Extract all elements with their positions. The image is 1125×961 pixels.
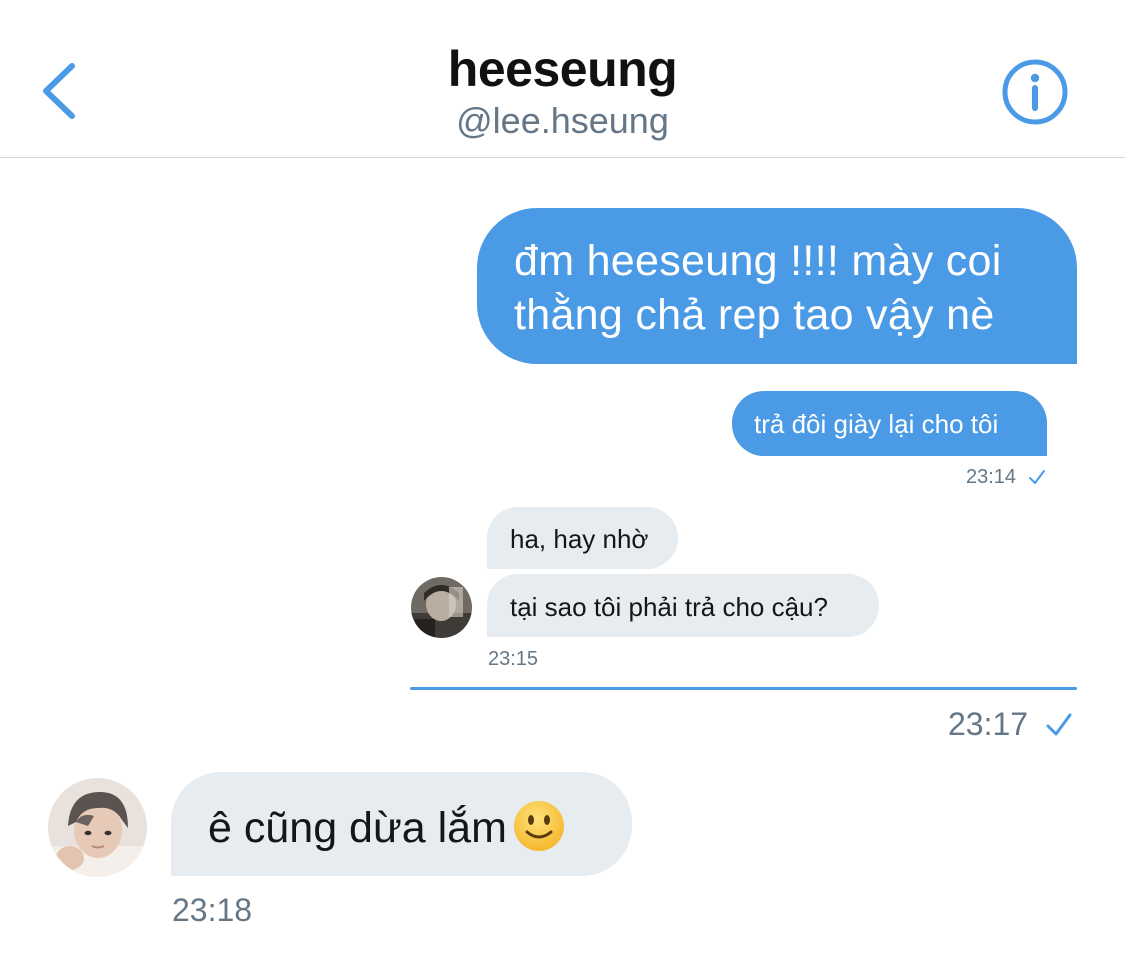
avatar-photo bbox=[411, 577, 472, 638]
slightly-smiling-face-icon bbox=[513, 800, 565, 852]
message-bubble-outgoing[interactable]: đm heeseung !!!! mày coi thằng chả rep t… bbox=[477, 208, 1077, 364]
info-button[interactable] bbox=[1001, 58, 1069, 126]
message-text: tại sao tôi phải trả cho cậu? bbox=[510, 592, 828, 622]
message-bubble-incoming[interactable]: ê cũng dừa lắm bbox=[171, 772, 632, 876]
message-timestamp: 23:18 bbox=[172, 892, 253, 928]
conversation-header: heeseung @lee.hseung bbox=[0, 0, 1125, 158]
avatar-photo bbox=[48, 778, 147, 877]
message-bubble-incoming[interactable]: tại sao tôi phải trả cho cậu? bbox=[487, 574, 879, 637]
message-text: ê cũng dừa lắm bbox=[208, 804, 507, 852]
message-timestamp: 23:14 bbox=[966, 466, 1017, 488]
message-text: trả đôi giày lại cho tôi bbox=[754, 409, 999, 439]
avatar[interactable] bbox=[411, 577, 472, 638]
info-circle-icon bbox=[1002, 59, 1068, 125]
checkmark-icon bbox=[1029, 470, 1045, 484]
shared-message-bottom-line bbox=[410, 687, 1077, 690]
contact-display-name[interactable]: heeseung bbox=[0, 40, 1125, 98]
checkmark-icon bbox=[1046, 713, 1072, 736]
avatar[interactable] bbox=[48, 778, 147, 877]
message-bubble-outgoing[interactable]: trả đôi giày lại cho tôi bbox=[732, 391, 1047, 456]
message-bubble-incoming[interactable]: ha, hay nhờ bbox=[487, 507, 678, 569]
message-text: ha, hay nhờ bbox=[510, 524, 649, 554]
contact-username[interactable]: @lee.hseung bbox=[0, 100, 1125, 142]
message-timestamp: 23:15 bbox=[488, 648, 539, 670]
dm-conversation: heeseung @lee.hseung đm heeseung !!!! mà… bbox=[0, 0, 1125, 961]
message-timestamp: 23:17 bbox=[948, 706, 1029, 742]
message-text: đm heeseung !!!! mày coi thằng chả rep t… bbox=[514, 237, 1002, 339]
